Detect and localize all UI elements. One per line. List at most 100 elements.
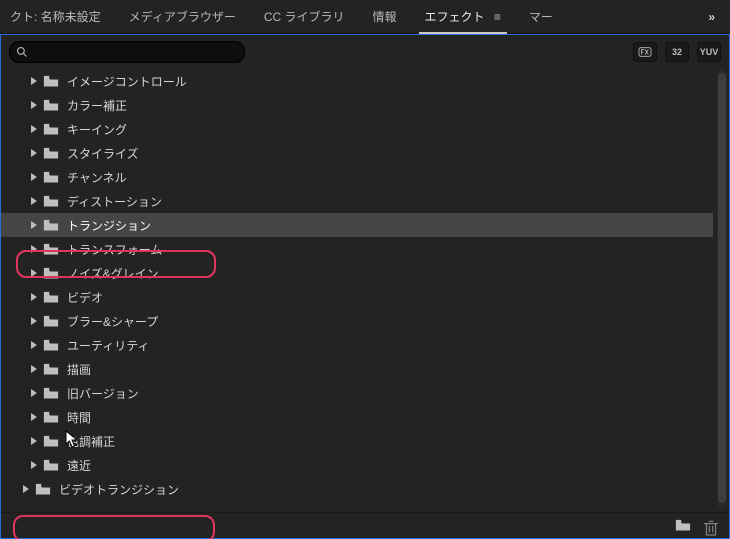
folder-icon <box>43 243 59 255</box>
tab-markers-label: マー <box>529 10 553 24</box>
tree-folder-row[interactable]: 描画 <box>1 357 713 381</box>
tree-folder-row[interactable]: イメージコントロール <box>1 69 713 93</box>
tree-item-label: ブラー&シャープ <box>67 313 713 330</box>
folder-icon <box>35 483 51 495</box>
tree-item-label: スタイライズ <box>67 145 713 162</box>
chevron-right-icon <box>29 173 39 181</box>
tree-folder-row[interactable]: トランスフォーム <box>1 237 713 261</box>
delete-button[interactable] <box>703 519 719 533</box>
search-icon <box>16 46 28 58</box>
tab-media-browser[interactable]: メディアブラウザー <box>115 0 250 34</box>
fx-badge-icon <box>638 46 652 58</box>
panel-tabbar: クト: 名称未設定 メディアブラウザー CC ライブラリ 情報 エフェクト ≡ … <box>0 0 730 34</box>
chevron-right-icon <box>29 221 39 229</box>
tab-media-label: メディアブラウザー <box>129 10 236 24</box>
folder-icon <box>43 411 59 423</box>
folder-icon <box>43 387 59 399</box>
tree-category-row[interactable]: ビデオトランジション <box>1 477 713 501</box>
tree-item-label: 色調補正 <box>67 433 713 450</box>
tree-scrollbar[interactable] <box>717 69 727 508</box>
search-row: 32 YUV <box>1 35 729 69</box>
chevron-right-icon <box>29 437 39 445</box>
tree-item-label: 描画 <box>67 361 713 378</box>
folder-icon <box>43 459 59 471</box>
folder-icon <box>43 363 59 375</box>
tab-cc-label: CC ライブラリ <box>264 10 345 24</box>
tree-item-label: ディストーション <box>67 193 713 210</box>
folder-icon <box>43 339 59 351</box>
chevron-right-icon <box>29 389 39 397</box>
tree-item-label: イメージコントロール <box>67 73 713 90</box>
tree-item-label: ユーティリティ <box>67 337 713 354</box>
tree-folder-row[interactable]: チャンネル <box>1 165 713 189</box>
chevron-right-icon <box>29 101 39 109</box>
tree-item-label: カラー補正 <box>67 97 713 114</box>
folder-icon <box>43 435 59 447</box>
chevron-right-icon <box>29 245 39 253</box>
tab-markers[interactable]: マー <box>515 0 567 34</box>
tree-item-label: 旧バージョン <box>67 385 713 402</box>
folder-icon <box>43 99 59 111</box>
effects-panel: 32 YUV イメージコントロールカラー補正キーイングスタイライズチャンネルディ… <box>0 34 730 539</box>
chevron-right-icon <box>29 461 39 469</box>
folder-icon <box>43 195 59 207</box>
tab-info[interactable]: 情報 <box>359 0 411 34</box>
tree-folder-row[interactable]: 時間 <box>1 405 713 429</box>
tab-cc-libraries[interactable]: CC ライブラリ <box>250 0 359 34</box>
filter-yuv-button[interactable]: YUV <box>697 42 721 62</box>
panel-bottom-bar <box>1 512 729 538</box>
chevron-right-icon <box>29 149 39 157</box>
tabs-overflow-button[interactable]: » <box>700 10 724 24</box>
tab-effects-label: エフェクト <box>425 10 485 24</box>
tree-folder-row[interactable]: ディストーション <box>1 189 713 213</box>
tree-folder-row[interactable]: スタイライズ <box>1 141 713 165</box>
chevron-right-icon <box>29 365 39 373</box>
tree-folder-row[interactable]: 遠近 <box>1 453 713 477</box>
tree-folder-row[interactable]: ユーティリティ <box>1 333 713 357</box>
folder-icon <box>43 75 59 87</box>
filter-32bit-button[interactable]: 32 <box>665 42 689 62</box>
folder-icon <box>43 219 59 231</box>
tab-info-label: 情報 <box>373 10 397 24</box>
search-box[interactable] <box>9 41 245 63</box>
chevron-right-icon <box>29 413 39 421</box>
filter-yuv-label: YUV <box>700 47 719 57</box>
effects-tree[interactable]: イメージコントロールカラー補正キーイングスタイライズチャンネルディストーショント… <box>1 69 713 508</box>
chevron-right-icon <box>29 197 39 205</box>
chevron-right-icon <box>29 269 39 277</box>
folder-icon <box>43 267 59 279</box>
tab-effects[interactable]: エフェクト ≡ <box>411 0 515 34</box>
tree-item-label: チャンネル <box>67 169 713 186</box>
chevron-right-icon <box>29 77 39 85</box>
tree-folder-row[interactable]: ノイズ&グレイン <box>1 261 713 285</box>
folder-icon <box>43 315 59 327</box>
search-input[interactable] <box>32 45 244 59</box>
tab-project-label: クト: 名称未設定 <box>10 10 101 24</box>
chevron-right-icon <box>29 125 39 133</box>
filter-accelerated-button[interactable] <box>633 42 657 62</box>
tree-folder-row[interactable]: キーイング <box>1 117 713 141</box>
overflow-glyph: » <box>708 10 716 24</box>
tab-project[interactable]: クト: 名称未設定 <box>6 0 115 34</box>
tree-folder-row[interactable]: 旧バージョン <box>1 381 713 405</box>
scrollbar-thumb[interactable] <box>718 73 726 503</box>
tree-item-label: ビデオトランジション <box>59 481 713 498</box>
tree-folder-row[interactable]: ビデオ <box>1 285 713 309</box>
tree-folder-row[interactable]: カラー補正 <box>1 93 713 117</box>
tree-folder-row[interactable]: トランジション <box>1 213 713 237</box>
panel-menu-icon[interactable]: ≡ <box>494 10 501 24</box>
filter-32-label: 32 <box>672 47 682 57</box>
chevron-right-icon <box>29 317 39 325</box>
tree-item-label: 遠近 <box>67 457 713 474</box>
tree-item-label: キーイング <box>67 121 713 138</box>
tree-item-label: ノイズ&グレイン <box>67 265 713 282</box>
tree-item-label: トランジション <box>67 217 713 234</box>
folder-icon <box>43 291 59 303</box>
tree-folder-row[interactable]: 色調補正 <box>1 429 713 453</box>
folder-icon <box>43 171 59 183</box>
tree-folder-row[interactable]: ブラー&シャープ <box>1 309 713 333</box>
tree-item-label: ビデオ <box>67 289 713 306</box>
new-bin-button[interactable] <box>675 519 691 533</box>
tree-item-label: 時間 <box>67 409 713 426</box>
tree-item-label: トランスフォーム <box>67 241 713 258</box>
